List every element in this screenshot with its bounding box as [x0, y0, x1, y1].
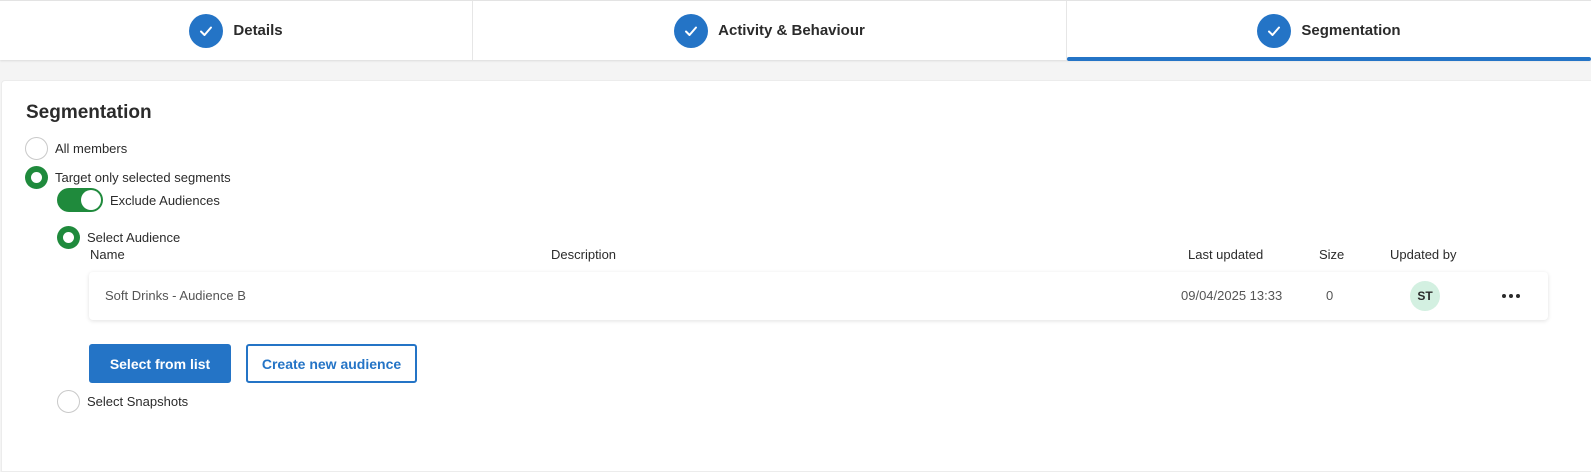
- radio-select-snapshots[interactable]: Select Snapshots: [57, 390, 188, 413]
- column-header-updated-by: Updated by: [1390, 247, 1457, 262]
- column-header-last-updated: Last updated: [1188, 247, 1264, 262]
- step-label: Details: [233, 22, 283, 39]
- column-header-name: Name: [90, 247, 125, 262]
- more-horizontal-icon[interactable]: [1497, 286, 1525, 306]
- step-activity-behaviour[interactable]: Activity & Behaviour: [473, 1, 1067, 60]
- active-step-indicator: [1067, 57, 1591, 61]
- table-row[interactable]: Soft Drinks - Audience B 09/04/2025 13:3…: [89, 272, 1548, 320]
- step-segmentation[interactable]: Segmentation: [1067, 1, 1591, 61]
- select-from-list-button[interactable]: Select from list: [89, 344, 231, 383]
- cell-name: Soft Drinks - Audience B: [105, 288, 246, 303]
- create-new-audience-button[interactable]: Create new audience: [246, 344, 417, 383]
- radio-label: Target only selected segments: [55, 170, 231, 185]
- check-icon: [674, 13, 709, 48]
- exclude-audiences-toggle-row[interactable]: Exclude Audiences: [57, 188, 220, 212]
- avatar: ST: [1410, 281, 1440, 311]
- wizard-stepper: Details Activity & Behaviour Segmentatio…: [0, 0, 1591, 61]
- radio-button[interactable]: [57, 390, 80, 413]
- exclude-audiences-toggle[interactable]: [57, 188, 103, 212]
- radio-select-audience[interactable]: Select Audience: [57, 226, 180, 249]
- step-label: Activity & Behaviour: [718, 22, 865, 39]
- radio-all-members[interactable]: All members: [25, 137, 127, 160]
- radio-button-selected[interactable]: [25, 166, 48, 189]
- radio-target-selected[interactable]: Target only selected segments: [25, 166, 231, 189]
- column-header-size: Size: [1319, 247, 1345, 262]
- check-icon: [1257, 13, 1292, 48]
- step-details[interactable]: Details: [0, 1, 473, 60]
- check-icon: [189, 13, 224, 48]
- step-label: Segmentation: [1301, 22, 1401, 39]
- radio-label: Select Snapshots: [87, 394, 189, 409]
- radio-label: All members: [55, 141, 128, 156]
- column-header-description: Description: [551, 247, 617, 262]
- segmentation-card: Segmentation All members Target only sel…: [1, 80, 1591, 472]
- radio-button-selected[interactable]: [57, 226, 80, 249]
- radio-button[interactable]: [25, 137, 48, 160]
- cell-last-updated: 09/04/2025 13:33: [1181, 288, 1283, 303]
- radio-label: Select Audience: [87, 230, 181, 245]
- toggle-label: Exclude Audiences: [110, 192, 220, 208]
- section-title: Segmentation: [26, 102, 152, 123]
- cell-size: 0: [1326, 288, 1334, 303]
